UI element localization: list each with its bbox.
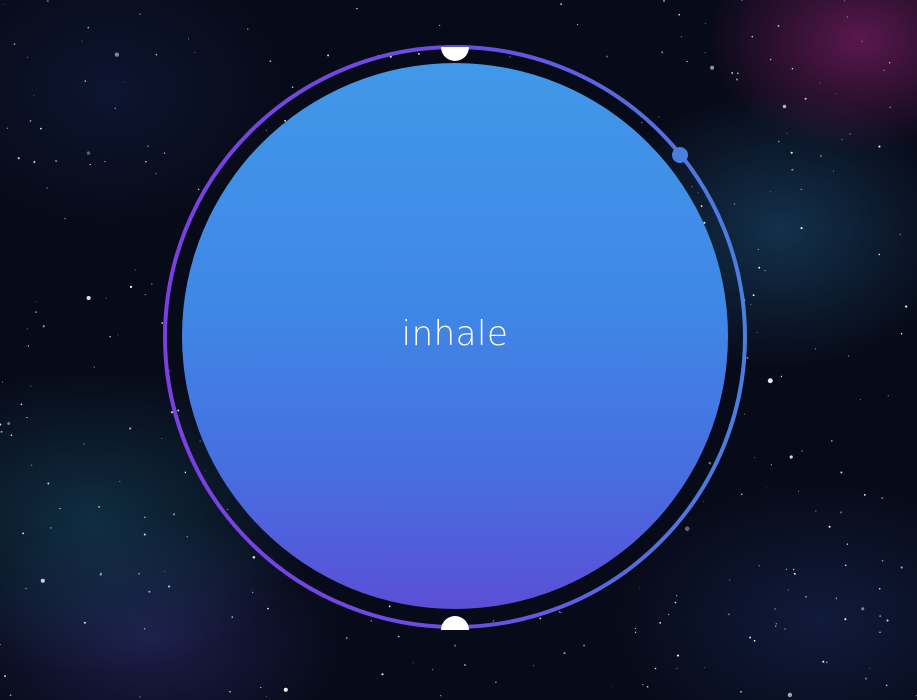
breath-phase-label: inhale [401, 314, 509, 354]
breathing-screen: inhale [0, 0, 917, 700]
bottom-half-circle-marker-icon [441, 616, 469, 630]
breathing-orb: inhale [182, 63, 728, 609]
top-half-circle-marker-icon [441, 47, 469, 61]
dot-handle-icon [672, 147, 688, 163]
